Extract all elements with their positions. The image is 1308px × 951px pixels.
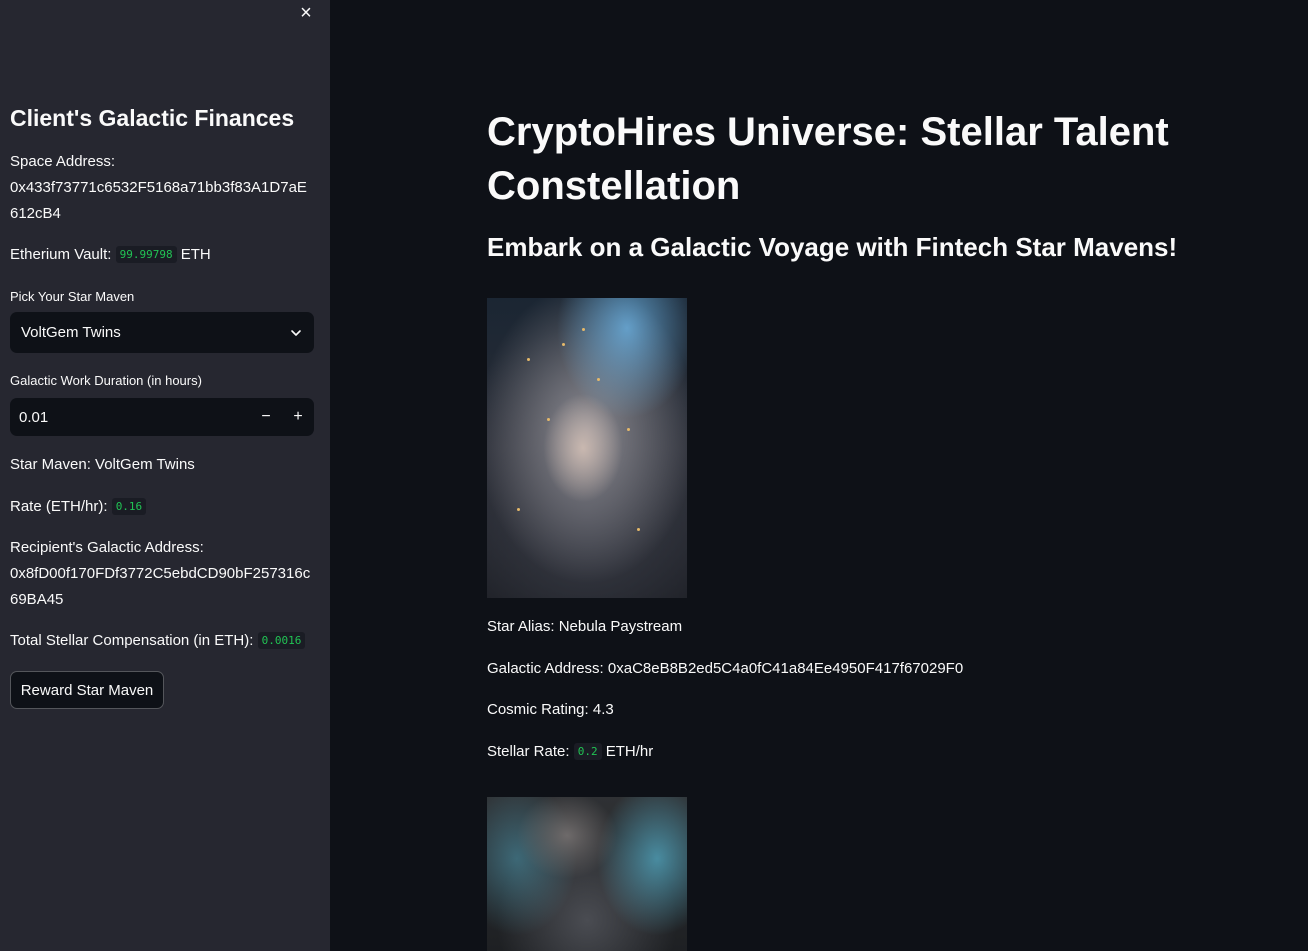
selected-maven-text: Star Maven: VoltGem Twins	[10, 456, 195, 473]
duration-label: Galactic Work Duration (in hours)	[10, 373, 202, 388]
reward-button[interactable]: Reward Star Maven	[10, 671, 164, 709]
sidebar: × Client's Galactic Finances Space Addre…	[0, 0, 330, 951]
rate-label: Rate (ETH/hr):	[10, 498, 108, 515]
duration-input[interactable]	[10, 408, 250, 426]
maven-rate-label: Stellar Rate:	[487, 743, 570, 760]
maven-avatar-image	[487, 797, 687, 951]
maven-address: Galactic Address: 0xaC8eB8B2ed5C4a0fC41a…	[487, 660, 964, 677]
rate-value: 0.16	[111, 498, 147, 515]
maven-rate: Stellar Rate: 0.2 ETH/hr	[487, 743, 653, 760]
vault-label: Etherium Vault:	[10, 246, 112, 263]
close-icon[interactable]: ×	[296, 3, 316, 23]
maven-rating: Cosmic Rating: 4.3	[487, 701, 614, 718]
increment-button[interactable]: +	[282, 398, 314, 436]
page-title: CryptoHires Universe: Stellar Talent Con…	[487, 110, 1169, 208]
space-address-label: Space Address:	[10, 153, 116, 170]
maven-rate-unit: ETH/hr	[605, 743, 654, 760]
rate-line: Rate (ETH/hr): 0.16	[10, 494, 147, 520]
total-label: Total Stellar Compensation (in ETH):	[10, 632, 254, 649]
recipient-address-label: Recipient's Galactic Address:	[10, 539, 204, 556]
maven-avatar-image	[487, 298, 687, 598]
maven-select[interactable]: VoltGem Twins	[10, 312, 314, 353]
total-compensation-line: Total Stellar Compensation (in ETH): 0.0…	[10, 628, 306, 654]
chevron-down-icon	[291, 329, 301, 336]
space-address-value: 0x433f73771c6532F5168a71bb3f83A1D7aE612c…	[10, 179, 307, 222]
maven-alias: Star Alias: Nebula Paystream	[487, 618, 683, 635]
maven-rate-value: 0.2	[573, 743, 602, 760]
sidebar-title: Client's Galactic Finances	[10, 105, 295, 131]
vault-unit: ETH	[180, 246, 211, 263]
maven-select-value: VoltGem Twins	[21, 324, 121, 341]
page-subtitle: Embark on a Galactic Voyage with Fintech…	[487, 232, 1178, 262]
recipient-address-value: 0x8fD00f170FDf3772C5ebdCD90bF257316c69BA…	[10, 565, 311, 608]
duration-stepper: − +	[10, 398, 314, 436]
decrement-button[interactable]: −	[250, 398, 282, 436]
pick-maven-label: Pick Your Star Maven	[10, 289, 135, 304]
total-value: 0.0016	[257, 632, 306, 649]
vault-balance: Etherium Vault: 99.99798 ETH	[10, 242, 211, 268]
vault-value: 99.99798	[115, 246, 177, 263]
